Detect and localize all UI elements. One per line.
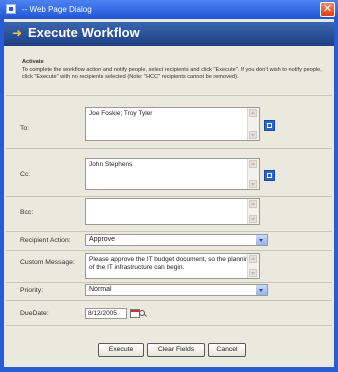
page-title: Execute Workflow bbox=[28, 25, 140, 40]
instructions: Activate To complete the workflow action… bbox=[22, 59, 326, 81]
custom-message-field[interactable]: Please approve the IT budget document, s… bbox=[85, 253, 260, 279]
window-title: -- Web Page Dialog bbox=[22, 5, 92, 14]
divider bbox=[6, 250, 332, 251]
chevron-down-icon[interactable] bbox=[256, 235, 267, 245]
priority-label: Priority: bbox=[20, 287, 44, 294]
recipient-action-label: Recipient Action: bbox=[20, 237, 71, 244]
cancel-button[interactable]: Cancel bbox=[208, 343, 246, 357]
message-scrollbar[interactable] bbox=[247, 254, 259, 278]
clear-fields-button[interactable]: Clear Fields bbox=[147, 343, 205, 357]
divider bbox=[6, 231, 332, 232]
priority-value: Normal bbox=[89, 286, 112, 293]
custom-message-label: Custom Message: bbox=[20, 259, 75, 266]
to-label: To: bbox=[20, 125, 30, 132]
divider bbox=[6, 95, 332, 96]
app-icon bbox=[6, 4, 16, 14]
to-address-book-icon[interactable] bbox=[264, 120, 275, 131]
action-name: Activate bbox=[22, 59, 44, 65]
close-button[interactable]: ✕ bbox=[320, 2, 335, 17]
to-value: Joe Foskie; Troy Tyler bbox=[89, 110, 153, 117]
divider bbox=[6, 196, 332, 197]
bcc-field[interactable] bbox=[85, 198, 260, 225]
to-field[interactable]: Joe Foskie; Troy Tyler bbox=[85, 107, 260, 141]
arrow-icon: ➜ bbox=[12, 26, 23, 40]
cc-scrollbar[interactable] bbox=[247, 159, 259, 189]
custom-message-value: Please approve the IT budget document, s… bbox=[89, 256, 253, 271]
divider bbox=[6, 300, 332, 301]
execute-button[interactable]: Execute bbox=[98, 343, 144, 357]
duedate-value: 8/12/2005 bbox=[88, 310, 117, 317]
workflow-header: ➜ Execute Workflow bbox=[4, 22, 334, 46]
cc-value: John Stephens bbox=[89, 161, 133, 168]
divider bbox=[6, 325, 332, 326]
bcc-scrollbar[interactable] bbox=[247, 199, 259, 224]
priority-select[interactable]: Normal bbox=[85, 284, 268, 296]
bcc-label: Bcc: bbox=[20, 209, 34, 216]
chevron-down-icon[interactable] bbox=[256, 285, 267, 295]
duedate-label: DueDate: bbox=[20, 310, 49, 317]
close-icon: ✕ bbox=[322, 3, 333, 15]
dialog-body: ➜ Execute Workflow Activate To complete … bbox=[4, 19, 334, 367]
cc-field[interactable]: John Stephens bbox=[85, 158, 260, 190]
recipient-action-select[interactable]: Approve bbox=[85, 234, 268, 246]
cc-address-book-icon[interactable] bbox=[264, 170, 275, 181]
recipient-action-value: Approve bbox=[89, 236, 116, 243]
instruction-text: To complete the workflow action and noti… bbox=[22, 67, 322, 80]
duedate-input[interactable]: 8/12/2005 bbox=[85, 308, 127, 319]
dialog-window: -- Web Page Dialog ✕ ➜ Execute Workflow … bbox=[0, 0, 338, 372]
cc-label: Cc: bbox=[20, 171, 31, 178]
to-scrollbar[interactable] bbox=[247, 108, 259, 140]
divider bbox=[6, 148, 332, 149]
magnifier-icon[interactable] bbox=[139, 310, 145, 316]
divider bbox=[6, 282, 332, 283]
title-bar[interactable]: -- Web Page Dialog ✕ bbox=[0, 0, 338, 19]
